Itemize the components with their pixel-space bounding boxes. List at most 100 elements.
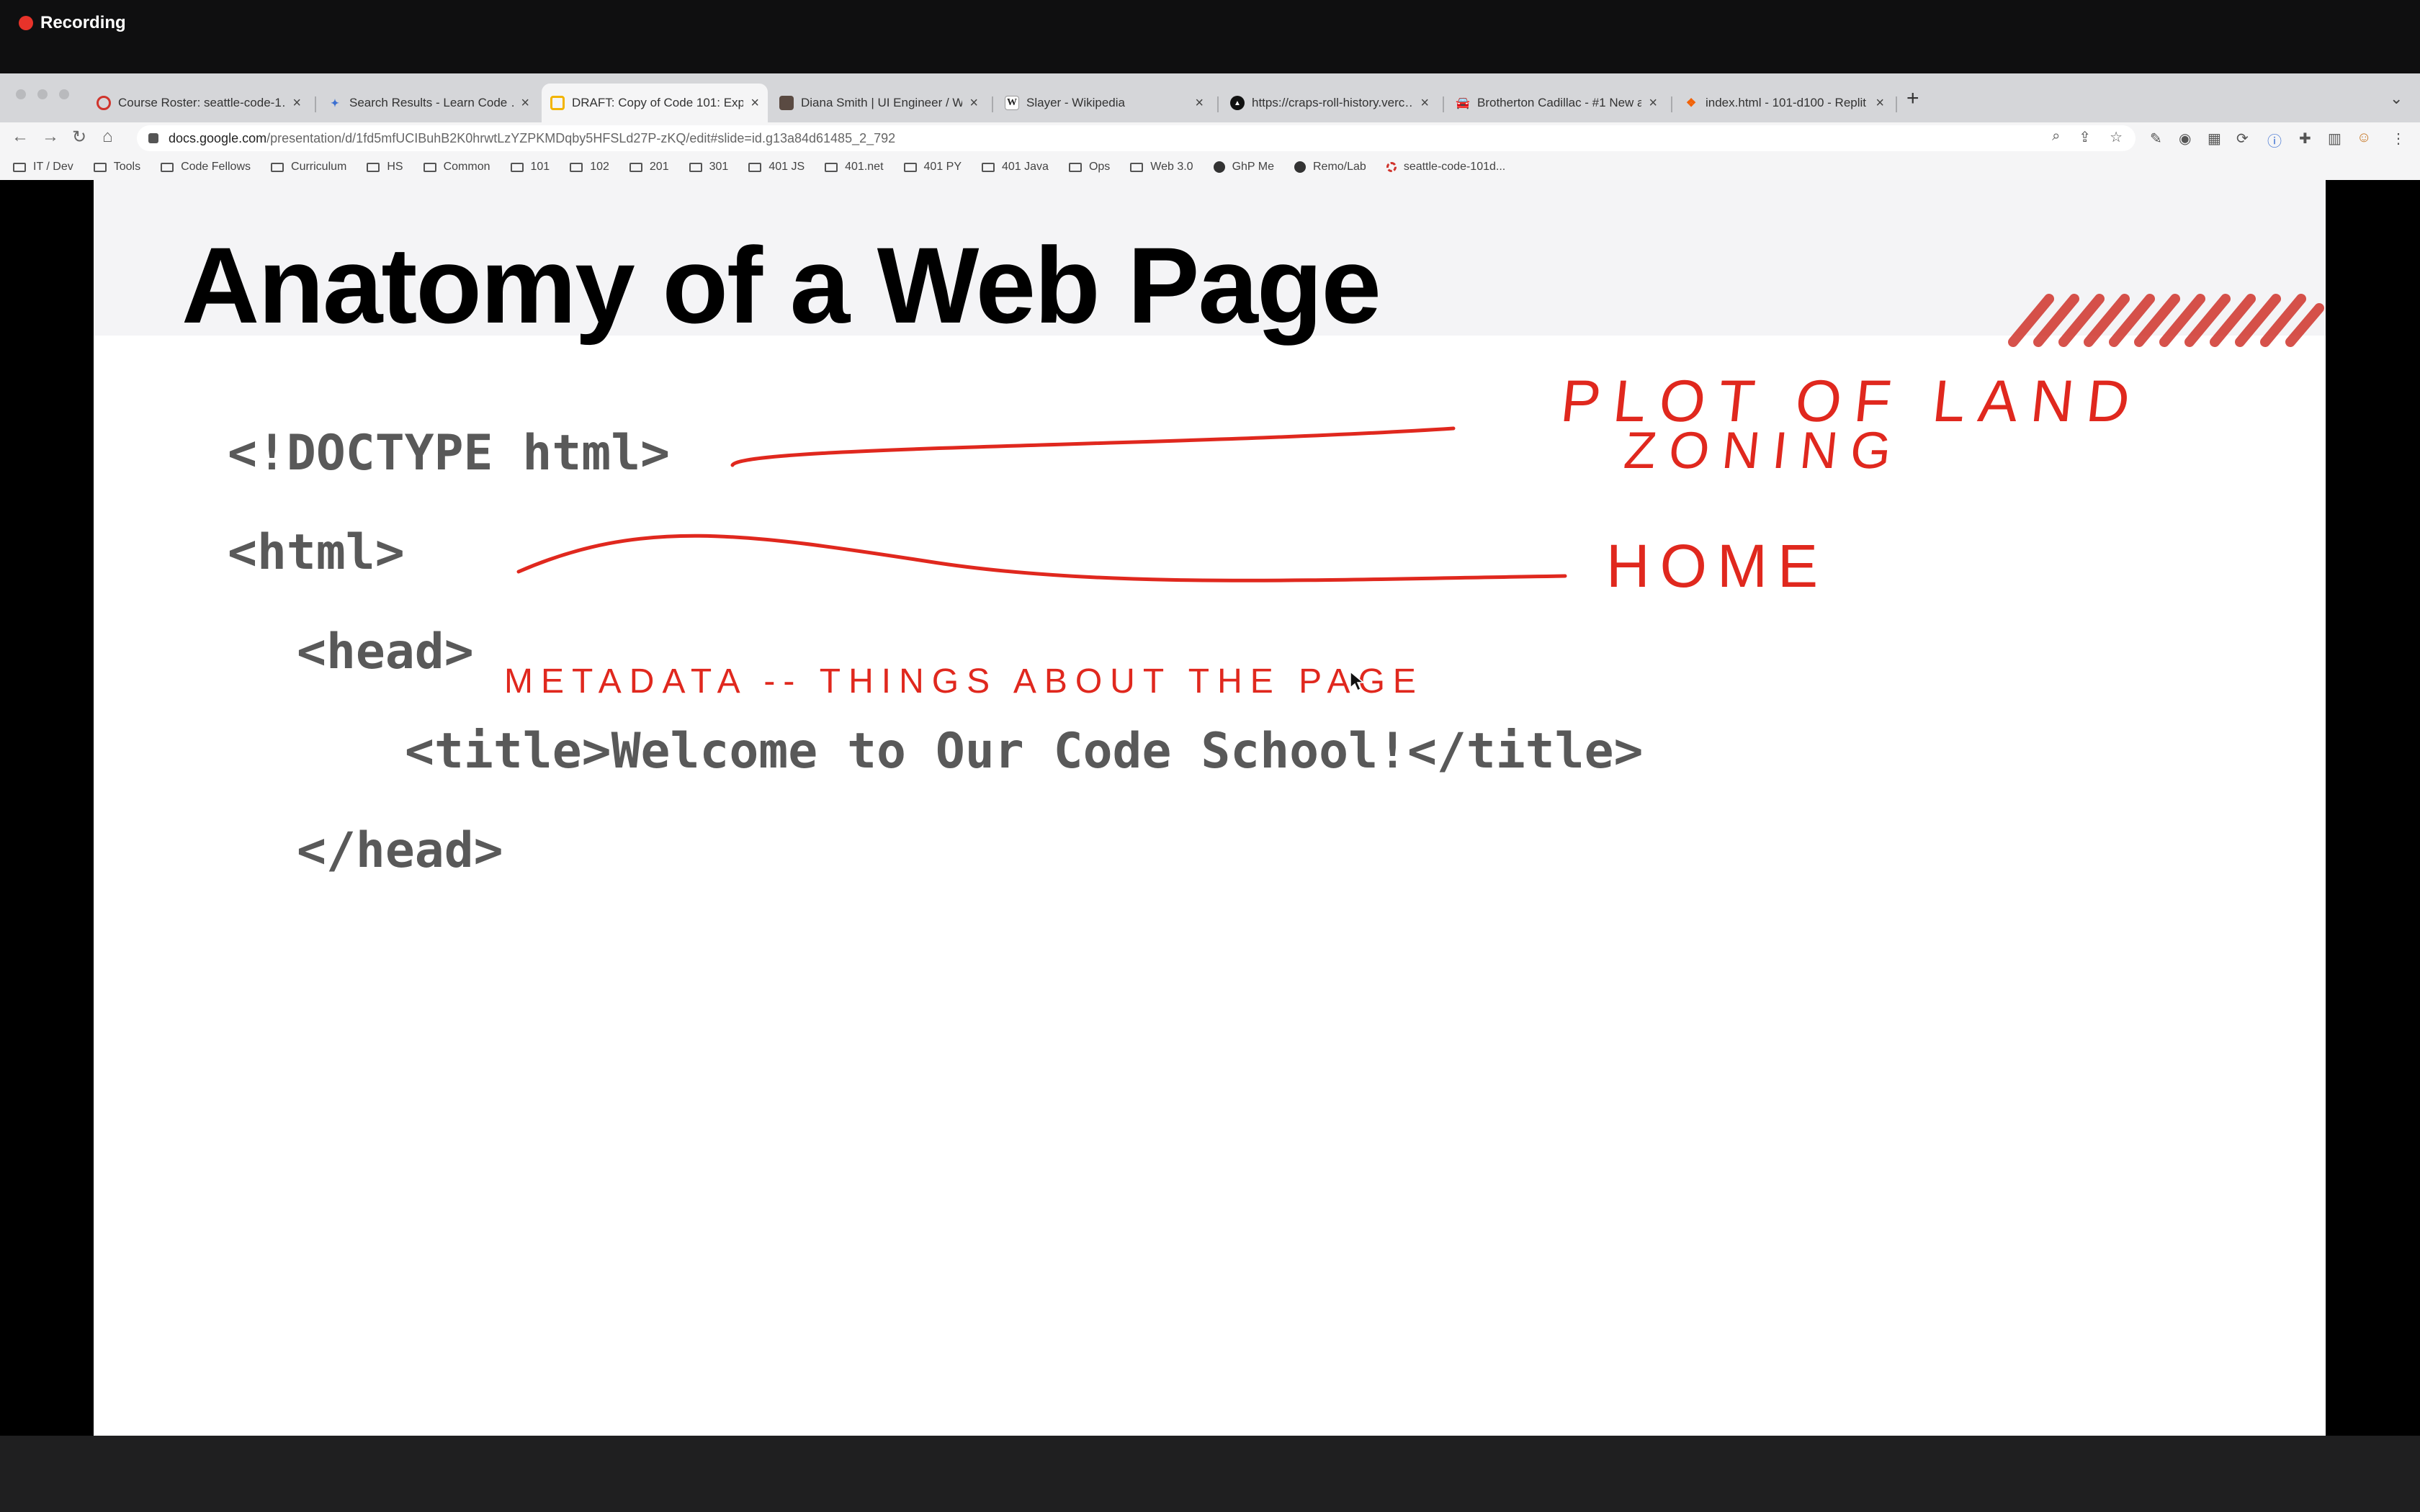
close-tab-icon[interactable]: × [969, 95, 978, 112]
bookmark-item[interactable]: 401.net [825, 161, 884, 174]
minimize-window-button[interactable] [37, 89, 48, 99]
tab-draft-slides[interactable]: DRAFT: Copy of Code 101: Exp… × [542, 84, 768, 122]
corner-hatch [2008, 294, 2324, 347]
bookmark-item[interactable]: Ops [1068, 161, 1111, 174]
extensions-puzzle-icon[interactable]: ✚ [2299, 130, 2311, 148]
tab-brotherton-cadillac[interactable]: 🚘 Brotherton Cadillac - #1 New a… × [1447, 84, 1666, 122]
slide: Anatomy of a Web Page <!DOCTYPE html> <h… [94, 180, 2326, 1436]
close-tab-icon[interactable]: × [1649, 95, 1657, 112]
bookmark-label: IT / Dev [33, 161, 73, 173]
close-tab-icon[interactable]: × [1876, 95, 1884, 112]
bookmark-item[interactable]: 401 PY [903, 161, 962, 174]
tab-separator [992, 96, 993, 112]
bookmark-item[interactable]: 401 JS [748, 161, 805, 174]
extension-grid-icon[interactable]: ▦ [2208, 130, 2221, 148]
bookmark-item[interactable]: 102 [570, 161, 609, 174]
reload-icon[interactable]: ↻ [72, 127, 86, 148]
tab-separator [1671, 96, 1672, 112]
zoom-window-button[interactable] [59, 89, 69, 99]
bookmark-label: 401 Java [1002, 161, 1049, 173]
address-bar[interactable]: docs.google.com/presentation/d/1fd5mfUCI… [137, 125, 2136, 151]
tab-strip: Course Roster: seattle-code-1… × ✦ Searc… [0, 73, 2420, 122]
bookmark-label: 401 JS [768, 161, 805, 173]
tab-course-roster[interactable]: Course Roster: seattle-code-1… × [88, 84, 310, 122]
tab-diana-smith[interactable]: Diana Smith | UI Engineer / We… × [771, 84, 987, 122]
tab-search-chevron-icon[interactable]: ⌄ [2390, 89, 2403, 108]
bookmark-item[interactable]: Curriculum [271, 161, 346, 174]
share-icon[interactable]: ⇪ [2079, 128, 2091, 146]
home-icon[interactable]: ⌂ [102, 127, 113, 147]
tab-search-results[interactable]: ✦ Search Results - Learn Code … × [319, 84, 538, 122]
bookmark-item[interactable]: Remo/Lab [1294, 161, 1366, 174]
recording-label: Recording [40, 13, 126, 32]
slides-icon [550, 96, 565, 110]
profile-avatar-icon[interactable]: ☺ [2357, 130, 2371, 146]
bookmark-label: Tools [113, 161, 141, 173]
tab-label: index.html - 101-d100 - Replit [1706, 96, 1867, 109]
close-tab-icon[interactable]: × [1420, 95, 1429, 112]
zoom-icon[interactable]: ⌕ [2052, 128, 2060, 146]
extension-refresh-icon[interactable]: ⟳ [2236, 130, 2249, 148]
close-window-button[interactable] [16, 89, 26, 99]
html-annotation-line [516, 534, 1567, 582]
bookmark-label: 401.net [845, 161, 884, 173]
bookmark-label: 102 [590, 161, 609, 173]
bookmark-item[interactable]: 301 [689, 161, 728, 174]
folder-icon [748, 162, 762, 172]
bookmark-label: Remo/Lab [1312, 161, 1366, 173]
bookmark-label: seattle-code-101d... [1403, 161, 1506, 173]
forward-arrow-icon[interactable]: → [42, 127, 59, 147]
bookmark-item[interactable]: seattle-code-101d... [1386, 161, 1505, 174]
annotation-zoning: ZONING [1621, 422, 1906, 480]
close-tab-icon[interactable]: × [1195, 95, 1204, 112]
close-tab-icon[interactable]: × [292, 95, 301, 112]
browser-chrome: Course Roster: seattle-code-1… × ✦ Searc… [0, 73, 2420, 181]
bookmark-item[interactable]: Web 3.0 [1130, 161, 1193, 174]
bottom-bar [0, 1436, 2420, 1512]
bookmarks-bar: IT / Dev Tools Code Fellows Curriculum HS Com… [0, 154, 2420, 181]
bookmark-item[interactable]: 201 [629, 161, 669, 174]
window-controls [16, 89, 69, 99]
back-arrow-icon[interactable]: ← [12, 127, 29, 147]
globe-icon [1213, 161, 1225, 173]
folder-icon [271, 162, 284, 172]
bookmark-item[interactable]: 101 [510, 161, 550, 174]
tab-separator [1217, 96, 1219, 112]
close-tab-icon[interactable]: × [750, 95, 759, 112]
url-text: docs.google.com/presentation/d/1fd5mfUCI… [169, 131, 895, 146]
tab-craps-roll-history[interactable]: ▲ https://craps-roll-history.verc… × [1222, 84, 1438, 122]
bookmark-item[interactable]: Code Fellows [161, 161, 251, 174]
site-icon [1386, 162, 1397, 172]
close-tab-icon[interactable]: × [521, 95, 529, 112]
tab-label: Brotherton Cadillac - #1 New a… [1477, 96, 1642, 109]
bookmark-item[interactable]: Tools [93, 161, 141, 174]
bookmark-label: 201 [649, 161, 669, 173]
canvas-icon [97, 96, 111, 110]
bookmark-label: Curriculum [291, 161, 347, 173]
bookmark-item[interactable]: 401 Java [982, 161, 1049, 174]
folder-icon [423, 162, 436, 172]
side-panel-icon[interactable]: ▥ [2328, 130, 2341, 148]
bookmark-label: 101 [530, 161, 550, 173]
new-tab-button[interactable]: + [1906, 86, 1919, 111]
bookmark-label: Ops [1088, 161, 1111, 173]
tab-replit-index[interactable]: ❖ index.html - 101-d100 - Replit × [1675, 84, 1893, 122]
extension-pen-icon[interactable]: ✎ [2150, 130, 2162, 148]
folder-icon [367, 162, 380, 172]
recording-indicator: Recording [19, 13, 126, 33]
replit-icon: ❖ [1685, 97, 1697, 109]
bookmark-item[interactable]: HS [367, 161, 403, 174]
globe-icon [1294, 161, 1306, 173]
extension-camera-icon[interactable]: ◉ [2179, 130, 2191, 148]
bookmark-star-icon[interactable]: ☆ [2110, 128, 2123, 146]
folder-icon [689, 162, 702, 172]
tab-label: https://craps-roll-history.verc… [1252, 96, 1414, 109]
extension-info-icon[interactable]: ⓘ [2267, 130, 2282, 150]
bookmark-item[interactable]: Common [423, 161, 490, 174]
bookmark-item[interactable]: IT / Dev [13, 161, 73, 174]
bookmark-item[interactable]: GhP Me [1213, 161, 1274, 174]
browser-menu-icon[interactable]: ⋮ [2391, 130, 2406, 148]
bookmark-label: Common [443, 161, 490, 173]
folder-icon [570, 162, 583, 172]
tab-slayer-wikipedia[interactable]: W Slayer - Wikipedia × [996, 84, 1212, 122]
